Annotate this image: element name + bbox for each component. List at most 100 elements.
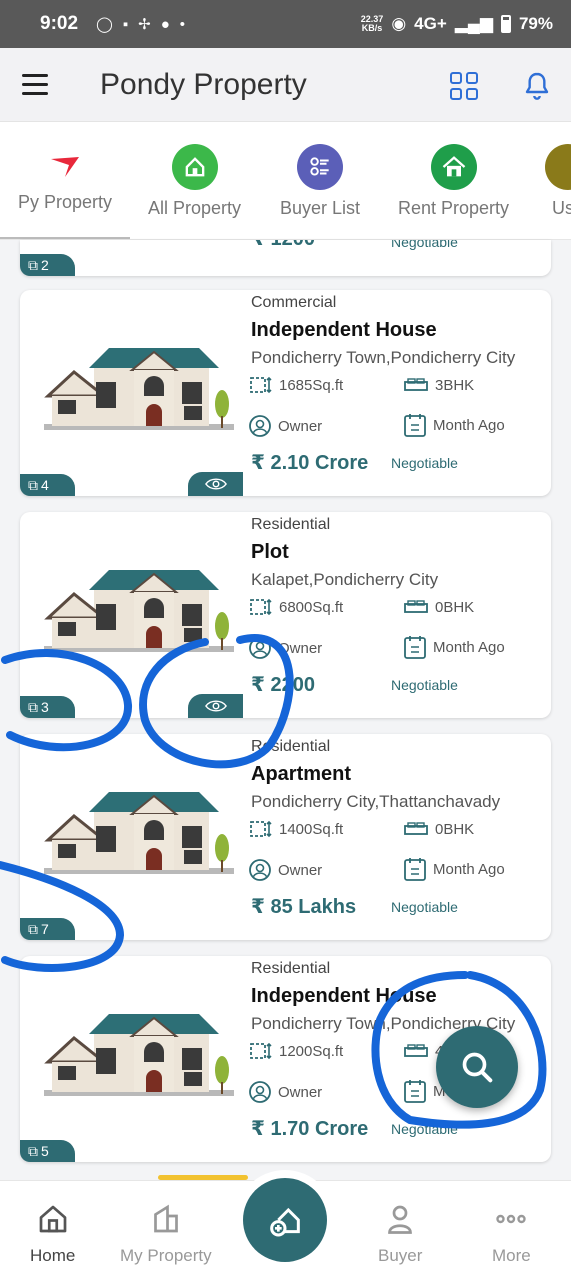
- nav-home[interactable]: Home: [30, 1201, 75, 1266]
- app-title: Pondy Property: [100, 68, 307, 101]
- owner-feature: Owner: [248, 636, 322, 660]
- owner-feature: Owner: [248, 1080, 322, 1104]
- tab-partial[interactable]: Use: [545, 144, 571, 219]
- logo-icon: [42, 150, 88, 184]
- property-location: Pondicherry Town,Pondicherry City: [251, 348, 516, 367]
- photo-count-badge[interactable]: ⧉ 5: [20, 1140, 75, 1162]
- partial-icon: [545, 144, 571, 190]
- area-icon: [250, 376, 272, 394]
- tab-rent-property[interactable]: Rent Property: [398, 144, 509, 219]
- listing-card[interactable]: ⧉ 3 Residential Plot Kalapet,Pondicherry …: [20, 512, 551, 718]
- owner-feature: Owner: [248, 414, 322, 438]
- photo-count-badge[interactable]: ⧉ 4: [20, 474, 75, 496]
- app-icon: ●: [160, 15, 170, 33]
- search-icon: [462, 1052, 493, 1083]
- owner-icon: [249, 859, 271, 881]
- app-bar: Pondy Property: [0, 48, 571, 122]
- bell-icon[interactable]: [520, 70, 554, 102]
- listing-price: ₹ 2.10 Crore: [251, 452, 369, 474]
- tab-py-property[interactable]: Py Property: [18, 150, 112, 213]
- grid-icon[interactable]: [450, 72, 478, 100]
- calendar-icon: ▪: [122, 15, 129, 33]
- bhk-feature: 0BHK: [403, 598, 474, 616]
- status-bar: 9:02 ◯ ▪ ✢ ● • 22.37 KB/s ◉ 4G+ ▂▄▆ 79%: [0, 0, 571, 48]
- property-image[interactable]: [34, 782, 234, 892]
- nav-buyer[interactable]: Buyer: [378, 1201, 422, 1266]
- bed-icon: [404, 378, 428, 391]
- bed-icon: [404, 1044, 428, 1057]
- property-location: Pondicherry City,Thattanchavady: [251, 792, 501, 811]
- property-image[interactable]: [34, 1004, 234, 1114]
- listing-price: ₹ 1.70 Crore: [251, 1118, 369, 1140]
- hamburger-menu-icon[interactable]: [22, 74, 48, 96]
- photo-count-badge[interactable]: ⧉ 3: [20, 696, 75, 718]
- property-image[interactable]: [34, 338, 234, 448]
- listing-card[interactable]: ⧉ 7 Residential Apartment Pondicherry Cit…: [20, 734, 551, 940]
- house-hand-icon: [171, 144, 218, 190]
- tab-all-property[interactable]: All Property: [148, 144, 241, 219]
- camera-icon: ⧉: [28, 476, 38, 493]
- posted-feature: Month Ago: [403, 856, 505, 882]
- area-icon: [250, 820, 272, 838]
- property-title: Independent House: [251, 319, 437, 341]
- list-icon: [297, 144, 344, 190]
- nav-my-property[interactable]: My Property: [120, 1201, 212, 1266]
- battery-percent: 79%: [518, 14, 553, 33]
- eye-icon: [204, 478, 227, 490]
- property-type: Residential: [251, 516, 331, 533]
- camera-icon: ⧉: [28, 1142, 38, 1159]
- bhk-feature: 3BHK: [403, 376, 474, 394]
- listing-card-partial[interactable]: ₹ 1200 Negotiable ⧉2: [20, 240, 551, 276]
- listing-price: ₹ 85 Lakhs: [251, 896, 357, 918]
- property-title: Apartment: [251, 763, 352, 785]
- photo-count-badge[interactable]: ⧉ 7: [20, 918, 75, 940]
- search-fab-button[interactable]: [436, 1026, 518, 1108]
- view-button[interactable]: [188, 472, 243, 496]
- listing-card[interactable]: ⧉ 4 Commercial Independent House Pondiche…: [20, 290, 551, 496]
- add-property-button[interactable]: [243, 1178, 327, 1262]
- camera-icon: ⧉: [28, 698, 38, 715]
- user-icon: [388, 1205, 413, 1234]
- status-time: 9:02: [40, 13, 79, 34]
- calendar-icon: [404, 1080, 426, 1103]
- whatsapp-icon: ◯: [96, 16, 113, 33]
- area-feature: 1200Sq.ft: [249, 1040, 343, 1062]
- area-feature: 1400Sq.ft: [249, 818, 343, 840]
- photo-count-badge[interactable]: ⧉ 2: [20, 254, 75, 276]
- property-type: Residential: [251, 960, 331, 977]
- property-location: Kalapet,Pondicherry City: [251, 570, 439, 589]
- property-title: Plot: [251, 541, 289, 563]
- property-type: Residential: [251, 738, 331, 755]
- negotiable-label: Negotiable: [391, 899, 458, 915]
- dot-icon: •: [179, 15, 186, 33]
- battery-icon: [500, 15, 511, 33]
- view-button[interactable]: [188, 694, 243, 718]
- nav-more[interactable]: More: [492, 1201, 531, 1266]
- posted-feature: Month Ago: [403, 634, 505, 660]
- notification-icons: ◯ ▪ ✢ ● •: [96, 15, 186, 34]
- more-dots-icon: [496, 1214, 527, 1224]
- owner-icon: [249, 1081, 271, 1103]
- area-icon: [250, 1042, 272, 1060]
- bhk-feature: 0BHK: [403, 820, 474, 838]
- property-image[interactable]: [34, 560, 234, 670]
- listing-price: ₹ 2200: [251, 674, 315, 696]
- owner-icon: [249, 637, 271, 659]
- owner-icon: [249, 415, 271, 437]
- property-title: Independent House: [251, 985, 437, 1007]
- area-feature: 6800Sq.ft: [249, 596, 343, 618]
- camera-icon: ⧉: [28, 256, 38, 273]
- area-icon: [250, 598, 272, 616]
- eye-icon: [204, 700, 227, 712]
- tab-buyer-list[interactable]: Buyer List: [280, 144, 360, 219]
- fan-icon: ✢: [138, 16, 151, 33]
- negotiable-label: Negotiable: [391, 1121, 458, 1137]
- calendar-icon: [404, 414, 426, 437]
- negotiable-label: Negotiable: [391, 677, 458, 693]
- area-feature: 1685Sq.ft: [249, 374, 343, 396]
- signal-icon: ▂▄▆: [454, 14, 493, 33]
- posted-feature: Month Ago: [403, 412, 505, 438]
- negotiable-label: Negotiable: [391, 240, 458, 250]
- hotspot-icon: ◉: [391, 14, 407, 33]
- camera-icon: ⧉: [28, 920, 38, 937]
